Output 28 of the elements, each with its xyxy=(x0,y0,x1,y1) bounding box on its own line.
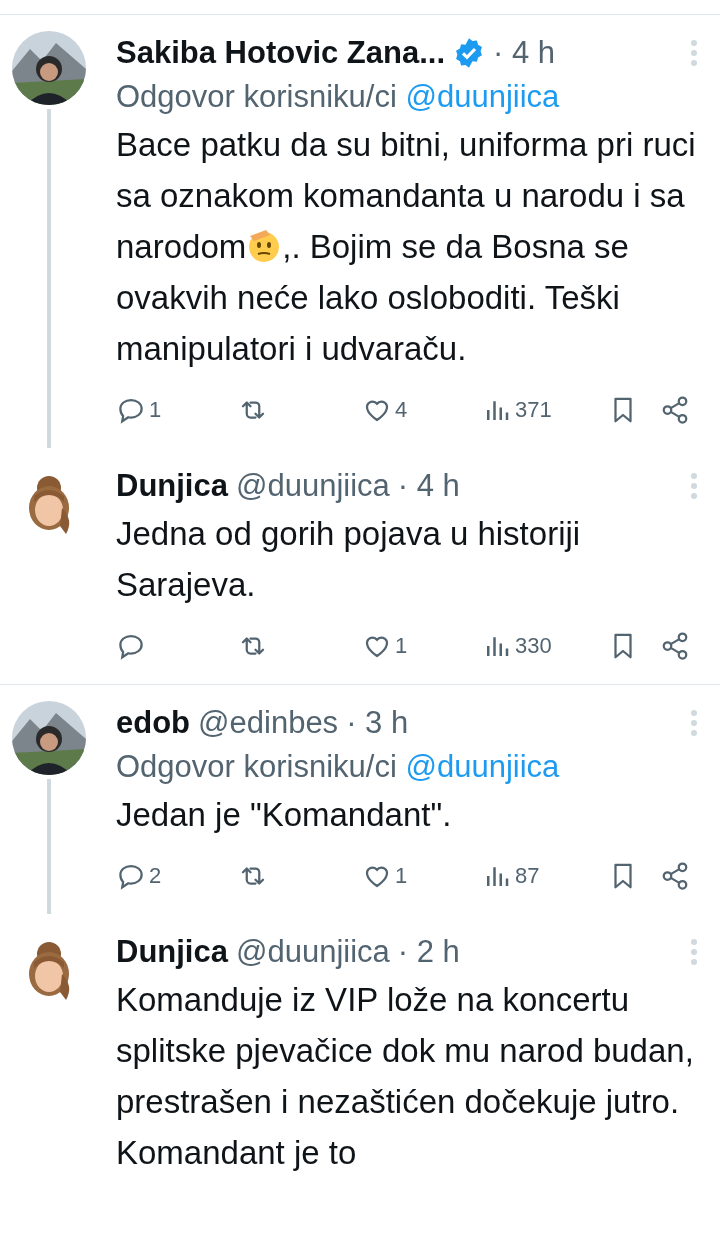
author-name[interactable]: Dunjica xyxy=(116,930,228,974)
reply-count: 2 xyxy=(149,863,162,889)
share-icon[interactable] xyxy=(660,631,690,661)
tweet-text: Bace patku da su bitni, uniforma pri ruci sa oznakom komandanta u narodu i sa narodom ,. Bojim se da Bosna se ovakvih neće lako osloboditi. Teški manipulatori i udvaraču. xyxy=(116,125,697,369)
reply-count: 1 xyxy=(149,397,162,423)
share-icon[interactable] xyxy=(660,861,690,891)
tweet-text: Jedna od gorih pojava u historiji Sarajeva. xyxy=(116,514,582,605)
like-count: 1 xyxy=(395,633,408,659)
author-handle[interactable]: @edinbes xyxy=(198,701,339,745)
like-count: 1 xyxy=(395,863,408,889)
author-handle[interactable]: @duunjiica xyxy=(235,464,390,508)
view-count: 371 xyxy=(515,397,552,423)
timestamp: · 4 h xyxy=(493,34,556,72)
author-handle[interactable]: @duunjiica xyxy=(235,930,390,974)
tweet-text: Komanduje iz VIP lože na koncertu splitske pjevačice dok mu narod budan, prestrašen i nezaštićen dočekuje jutro. Komandant je to xyxy=(116,980,695,1173)
view-count: 330 xyxy=(515,633,552,659)
view-count: 87 xyxy=(515,863,540,889)
like-count: 4 xyxy=(395,397,408,423)
author-name[interactable]: edob xyxy=(116,701,191,745)
share-icon[interactable] xyxy=(660,395,690,425)
timestamp: · 4 h xyxy=(397,467,460,505)
reply-context: Odgovor korisniku/ci xyxy=(116,749,397,784)
author-name[interactable]: Dunjica xyxy=(116,464,228,508)
reply-context: Odgovor korisniku/ci xyxy=(116,79,397,114)
timestamp: · 2 h xyxy=(397,933,460,971)
tweet-text: Jedan je "Komandant". xyxy=(116,795,453,835)
author-name[interactable]: Sakiba Hotovic Zana... xyxy=(116,31,446,75)
timestamp: · 3 h xyxy=(346,704,409,742)
